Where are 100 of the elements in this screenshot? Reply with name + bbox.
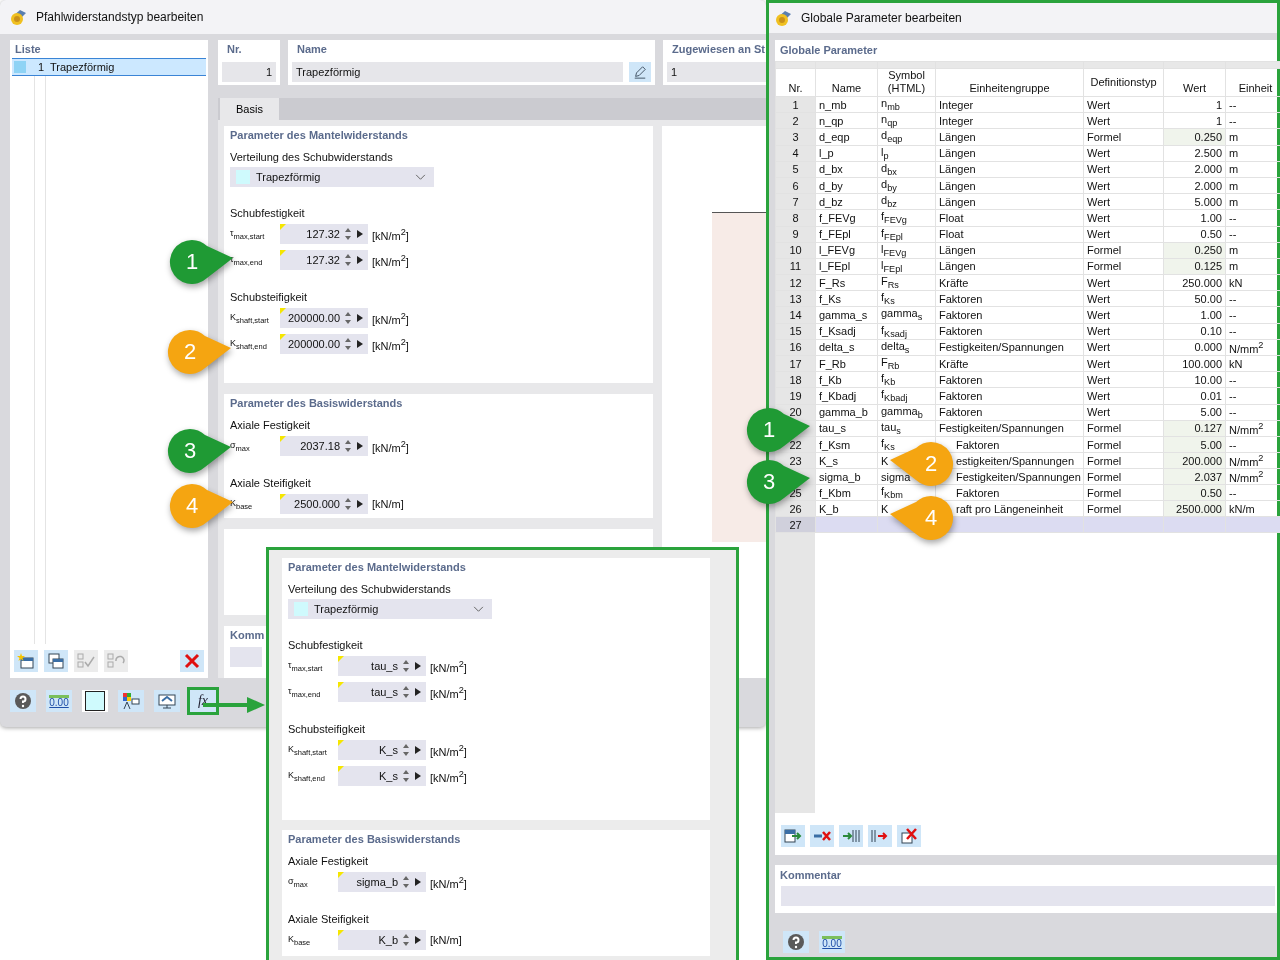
play-icon[interactable] <box>415 688 421 696</box>
table-cell: Festigkeiten/Spannungen <box>939 422 1064 435</box>
table-cell: gamma$_{b}$ <box>881 405 923 417</box>
play-icon[interactable] <box>415 662 421 670</box>
table-cell: Formel <box>1087 244 1122 257</box>
play-icon[interactable] <box>357 442 363 450</box>
number-input[interactable]: sigma_b <box>338 872 426 892</box>
spinner-icon[interactable] <box>402 875 410 889</box>
number-input[interactable]: 2037.18 <box>280 436 368 456</box>
table-cell: N/mm$^{2}$ <box>1229 423 1264 436</box>
play-icon[interactable] <box>415 746 421 754</box>
table-cell: Formel <box>1087 260 1122 273</box>
play-icon[interactable] <box>415 936 421 944</box>
copy-button[interactable] <box>44 650 68 672</box>
table-cell: f_Kbadj <box>819 389 857 402</box>
spinner-icon[interactable] <box>402 659 410 673</box>
dropdown[interactable]: Trapezförmig <box>230 167 434 187</box>
table-cell: 0.250 <box>1194 130 1222 143</box>
table-cell: Wert <box>1087 179 1111 192</box>
table-cell: Faktoren <box>956 438 1000 451</box>
spinner-icon[interactable] <box>344 337 352 351</box>
decimals-button[interactable]: 0.00 <box>819 931 845 954</box>
tab[interactable]: Basis <box>220 98 279 120</box>
callout-number: 3 <box>761 469 777 495</box>
new-button[interactable] <box>14 650 38 672</box>
table-cell: K_s <box>819 454 838 467</box>
table-cell: 2.500 <box>1194 147 1222 160</box>
number-input[interactable]: tau_s <box>338 682 426 702</box>
name-field[interactable]: Trapezförmig <box>292 62 623 82</box>
play-icon[interactable] <box>357 314 363 322</box>
spinner-icon[interactable] <box>402 743 410 757</box>
number-input[interactable]: tau_s <box>338 656 426 676</box>
comment-field[interactable] <box>230 647 262 667</box>
play-icon[interactable] <box>357 340 363 348</box>
spinner-icon[interactable] <box>402 769 410 783</box>
table-cell: Faktoren <box>956 486 1000 499</box>
table-cell: -- <box>1229 406 1237 419</box>
row-number: 19 <box>789 389 802 402</box>
table-cell: n_qp <box>819 114 844 127</box>
play-icon[interactable] <box>357 500 363 508</box>
table-cell: f$_{FEVg}$ <box>881 210 907 223</box>
table-cell: K <box>881 502 889 515</box>
dropdown[interactable]: Trapezförmig <box>288 599 492 619</box>
play-icon[interactable] <box>357 256 363 264</box>
legend-button[interactable] <box>118 690 144 712</box>
spinner-icon[interactable] <box>402 685 410 699</box>
table-cell: 5.000 <box>1194 195 1222 208</box>
table-cell: f_FEpl <box>819 228 851 241</box>
decimals-button[interactable]: 0.00 <box>46 690 72 712</box>
play-icon[interactable] <box>415 772 421 780</box>
callout-number: 1 <box>761 417 777 443</box>
number-input[interactable]: K_b <box>338 930 426 950</box>
table-cell: Längen <box>939 260 976 273</box>
number-input[interactable]: 127.32 <box>280 250 368 270</box>
table-cell: f$_{Kb}$ <box>881 372 896 385</box>
table-cell: Wert <box>1087 373 1111 386</box>
symbol-label: τ$_{max,end}$ <box>288 685 322 699</box>
help-button[interactable] <box>10 690 36 712</box>
table-cell: F_Rb <box>819 357 846 370</box>
number-input[interactable]: K_s <box>338 766 426 786</box>
play-icon[interactable] <box>415 878 421 886</box>
number-input[interactable]: 200000.00 <box>280 334 368 354</box>
table-cell: n$_{mb}$ <box>881 97 900 109</box>
spinner-icon[interactable] <box>344 439 352 453</box>
row-number: 17 <box>789 357 802 370</box>
number-input[interactable]: 127.32 <box>280 224 368 244</box>
table-cell: 0.000 <box>1194 341 1222 354</box>
delete-button[interactable] <box>180 650 204 672</box>
table-cell: m <box>1229 147 1239 160</box>
color-button[interactable] <box>82 690 108 712</box>
chevron-icon[interactable] <box>473 605 484 613</box>
table-cell: tau_s <box>819 422 846 435</box>
assigned-field[interactable]: 1 <box>667 62 766 82</box>
table-cell: Wert <box>1087 341 1111 354</box>
callout-number: 4 <box>184 493 200 519</box>
group-label: Schubsteifigkeit <box>230 291 309 303</box>
number-field[interactable]: 1 <box>222 62 276 82</box>
row-number: 4 <box>792 147 799 160</box>
number-input[interactable]: K_s <box>338 740 426 760</box>
number-input[interactable]: 200000.00 <box>280 308 368 328</box>
table-cell: gamma_b <box>819 406 868 419</box>
table-cell: 10.00 <box>1194 373 1222 386</box>
spinner-icon[interactable] <box>344 253 352 267</box>
callout-number: 4 <box>923 505 939 531</box>
row-number: 18 <box>789 373 802 386</box>
list-item[interactable]: 1 Trapezförmig <box>12 58 206 76</box>
display-button[interactable] <box>154 690 180 712</box>
play-icon[interactable] <box>357 230 363 238</box>
help-button[interactable] <box>783 931 809 954</box>
row-number: 16 <box>789 341 802 354</box>
section-title: Parameter des Mantelwiderstands <box>230 128 408 143</box>
chevron-icon[interactable] <box>415 173 426 181</box>
comment-field[interactable] <box>781 886 1275 907</box>
spinner-icon[interactable] <box>344 311 352 325</box>
spinner-icon[interactable] <box>344 497 352 511</box>
number-input[interactable]: 2500.000 <box>280 494 368 514</box>
table-cell: -- <box>1229 292 1237 305</box>
spinner-icon[interactable] <box>402 933 410 947</box>
spinner-icon[interactable] <box>344 227 352 241</box>
table-cell: 1.00 <box>1200 211 1222 224</box>
